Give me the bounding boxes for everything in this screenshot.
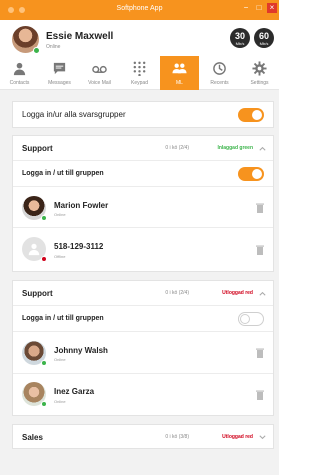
group-toggle-row: Logga in / ut till gruppen — [13, 306, 273, 332]
user-header: Essie Maxwell Online 30 Mb/s 60 Mb/s — [0, 20, 279, 56]
group-header[interactable]: Support 0 i kö (2/4) Inlaggad green — [13, 136, 273, 161]
offline-status-dot — [41, 256, 47, 262]
keypad-icon — [133, 61, 146, 76]
online-status-dot — [41, 360, 47, 366]
user-name: Essie Maxwell — [46, 31, 114, 42]
group-queue: 0 i kö (2/4) — [165, 290, 189, 296]
member-status: Online — [54, 357, 66, 362]
tab-messages[interactable]: Messages — [40, 56, 79, 90]
group-header[interactable]: Support 0 i kö (2/4) Utloggad red — [13, 281, 273, 306]
maximize-button[interactable]: □ — [254, 3, 264, 13]
global-toggle-card: Logga in/ur alla svarsgrupper — [12, 101, 274, 128]
online-status-dot — [41, 401, 47, 407]
group-toggle-row: Logga in / ut till gruppen — [13, 161, 273, 187]
person-icon — [28, 243, 40, 256]
speed-indicator: 60 Mb/s — [254, 28, 274, 48]
main-content: Logga in/ur alla svarsgrupper Support 0 … — [0, 90, 279, 475]
close-button[interactable]: × — [267, 3, 277, 13]
avatar — [22, 382, 47, 407]
tab-label: Settings — [250, 80, 269, 86]
group-state: Utloggad red — [222, 434, 253, 440]
group-card: Support 0 i kö (2/4) Inlaggad green Logg… — [12, 135, 274, 272]
member-row[interactable]: Marion Fowler Online — [13, 188, 273, 228]
trash-icon[interactable] — [256, 390, 264, 400]
group-toggle-label: Logga in / ut till gruppen — [22, 315, 104, 322]
global-toggle-label: Logga in/ur alla svarsgrupper — [22, 110, 126, 119]
person-icon — [13, 62, 26, 76]
speed-unit: Mb/s — [259, 41, 269, 46]
group-card: Support 0 i kö (2/4) Utloggad red Logga … — [12, 280, 274, 416]
toggle-knob — [240, 314, 250, 324]
member-name: 518-129-3112 — [54, 242, 104, 251]
speed-unit: Mb/s — [235, 41, 245, 46]
tab-label: Contacts — [9, 80, 30, 86]
tab-ml[interactable]: ML — [160, 56, 199, 90]
group-name: Sales — [22, 433, 43, 442]
tab-keypad[interactable]: Keypad — [120, 56, 159, 90]
tab-settings[interactable]: Settings — [240, 56, 279, 90]
tab-voicemail[interactable]: Voice Mail — [80, 56, 119, 90]
online-status-dot — [41, 215, 47, 221]
avatar — [22, 237, 47, 262]
member-status: Offline — [54, 254, 66, 259]
avatar — [22, 341, 47, 366]
speed-indicator: 30 Mb/s — [230, 28, 250, 48]
history-icon — [213, 62, 226, 75]
nav-tabs: Contacts Messages Voice Mail Keypad ML R… — [0, 56, 279, 90]
group-queue: 0 i kö (2/4) — [165, 145, 189, 151]
group-name: Support — [22, 144, 53, 153]
tab-label: Voice Mail — [88, 80, 111, 86]
trash-icon[interactable] — [256, 348, 264, 358]
tab-label: Messages — [48, 80, 71, 86]
member-row[interactable]: 518-129-3112 Offline — [13, 228, 273, 272]
member-row[interactable]: Johnny Walsh Online — [13, 333, 273, 374]
avatar[interactable] — [12, 26, 40, 54]
group-header[interactable]: Sales 0 i kö (3/8) Utloggad red — [13, 425, 273, 450]
group-state: Inlaggad green — [217, 145, 253, 151]
toggle-knob — [252, 169, 262, 179]
group-toggle[interactable] — [238, 167, 264, 181]
chevron-down-icon[interactable] — [258, 433, 267, 442]
group-state: Utloggad red — [222, 290, 253, 296]
title-bar: Softphone App − □ × — [0, 0, 279, 20]
avatar — [22, 196, 47, 221]
tab-label: Recents — [210, 80, 229, 86]
chevron-up-icon[interactable] — [258, 289, 267, 298]
group-name: Support — [22, 289, 53, 298]
group-toggle-label: Logga in / ut till gruppen — [22, 170, 104, 177]
group-card: Sales 0 i kö (3/8) Utloggad red — [12, 424, 274, 449]
member-row[interactable]: Inez Garza Online — [13, 374, 273, 416]
chat-icon — [53, 62, 66, 75]
voicemail-icon — [92, 65, 107, 73]
trash-icon[interactable] — [256, 203, 264, 213]
chevron-up-icon[interactable] — [258, 144, 267, 153]
group-queue: 0 i kö (3/8) — [165, 434, 189, 440]
group-icon — [172, 63, 187, 74]
member-status: Online — [54, 399, 66, 404]
member-name: Inez Garza — [54, 387, 95, 396]
tab-label: ML — [176, 80, 183, 86]
gear-icon — [252, 61, 267, 76]
tab-recents[interactable]: Recents — [200, 56, 239, 90]
online-status-dot — [33, 47, 40, 54]
app-title: Softphone App — [116, 5, 163, 12]
member-status: Online — [54, 212, 66, 217]
minimize-button[interactable]: − — [241, 3, 251, 13]
trash-icon[interactable] — [256, 245, 264, 255]
global-toggle[interactable] — [238, 108, 264, 122]
member-name: Marion Fowler — [54, 201, 109, 210]
group-toggle[interactable] — [238, 312, 264, 326]
member-name: Johnny Walsh — [54, 346, 108, 355]
tab-label: Keypad — [131, 80, 148, 86]
tab-contacts[interactable]: Contacts — [0, 56, 39, 90]
user-status: Online — [46, 44, 61, 50]
toggle-knob — [252, 110, 262, 120]
